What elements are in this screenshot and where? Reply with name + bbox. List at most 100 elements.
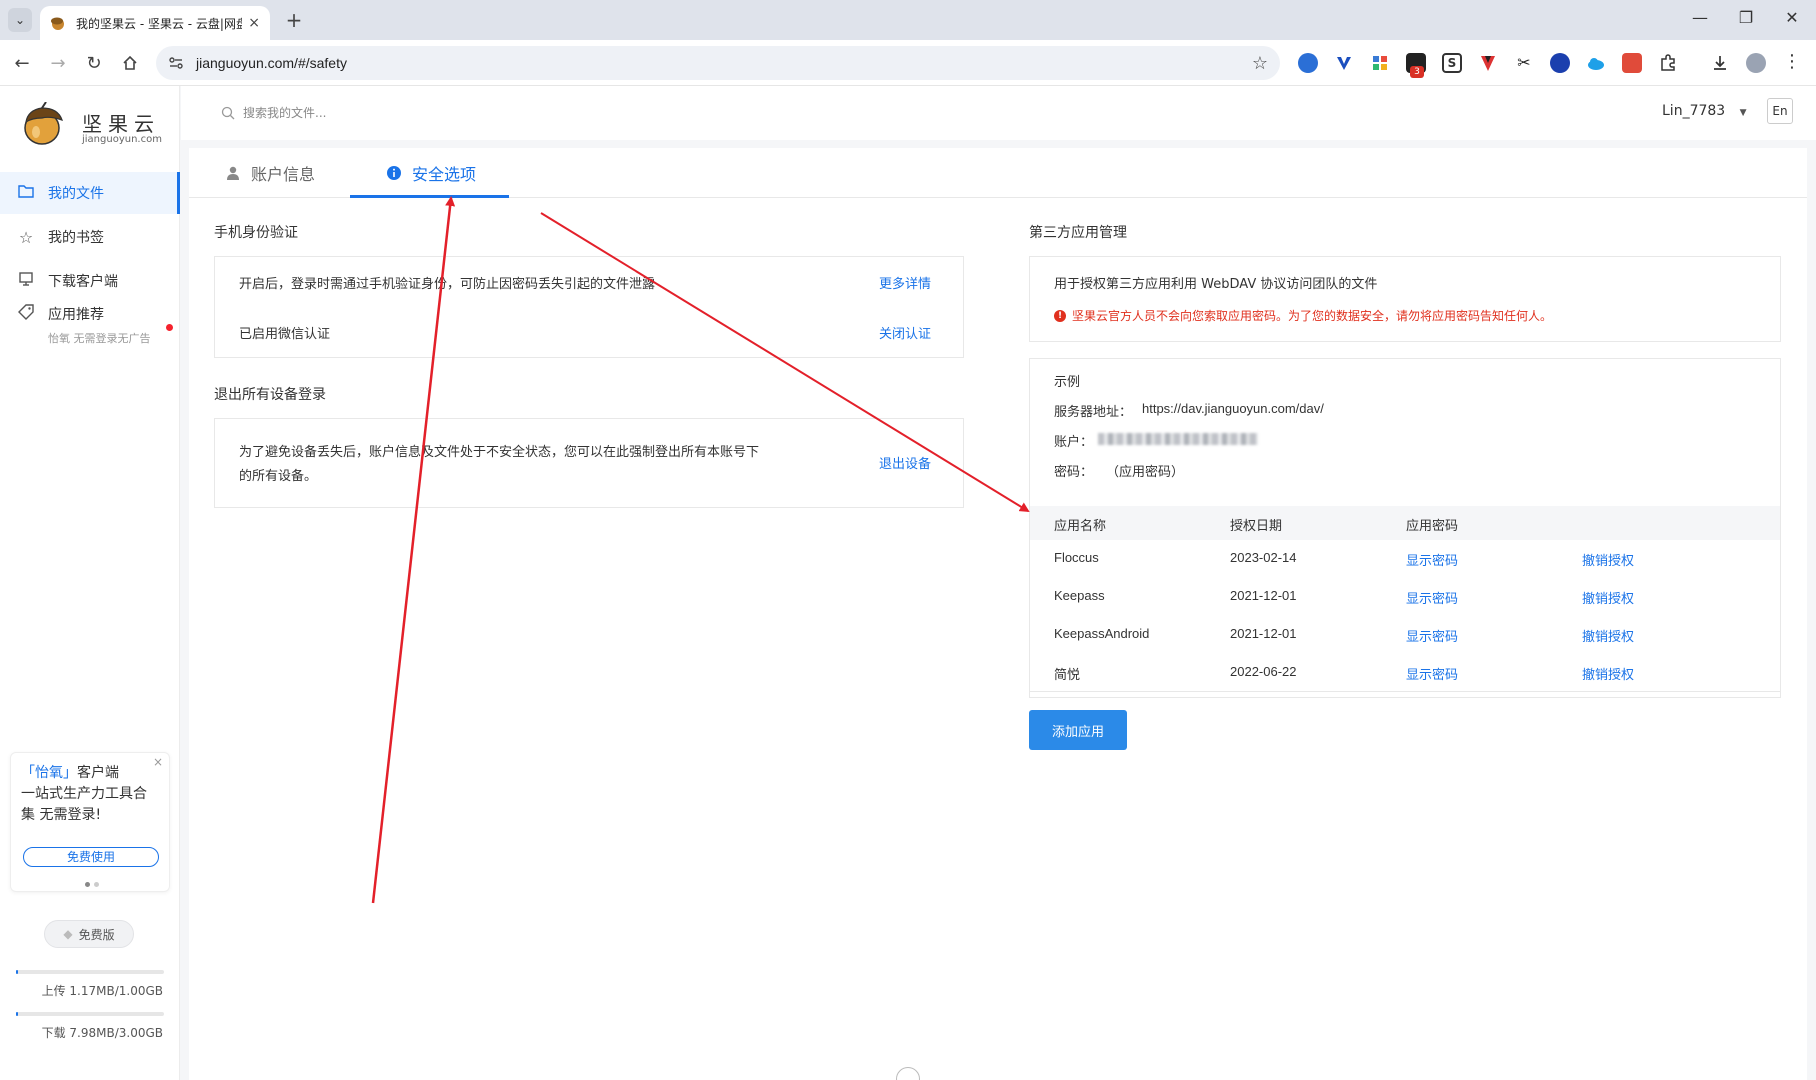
- star-icon: ☆: [18, 227, 34, 247]
- bookmark-star-icon[interactable]: ☆: [1252, 53, 1268, 74]
- revoke-link[interactable]: 撤销授权: [1582, 588, 1634, 607]
- user-menu[interactable]: Lin_7783 ▼: [1662, 103, 1747, 119]
- logout-all-desc-2: 的所有设备。: [239, 469, 318, 484]
- back-icon[interactable]: ←: [10, 51, 34, 75]
- jianguoyun-logo[interactable]: 坚果云 jianguoyun.com: [20, 102, 170, 148]
- revoke-link[interactable]: 撤销授权: [1582, 664, 1634, 683]
- sidebar-item-bookmarks[interactable]: ☆ 我的书签: [0, 216, 180, 258]
- col-app-name: 应用名称: [1054, 519, 1107, 534]
- password-label: 密码：: [1054, 465, 1094, 480]
- acorn-logo-icon: [24, 102, 63, 145]
- window-close-icon[interactable]: ✕: [1772, 8, 1812, 27]
- promo-pagination[interactable]: [83, 875, 101, 891]
- diamond-icon: ◆: [63, 927, 73, 941]
- extension-v-icon[interactable]: [1334, 53, 1354, 73]
- username: Lin_7783: [1662, 103, 1726, 119]
- language-toggle-button[interactable]: En: [1767, 98, 1793, 124]
- folder-icon: [16, 183, 36, 203]
- sidebar-item-my-files[interactable]: 我的文件: [0, 172, 180, 214]
- search-box[interactable]: 搜索我的文件...: [221, 104, 326, 121]
- app-name: Floccus: [1054, 550, 1099, 565]
- redacted-account: [1098, 433, 1258, 445]
- address-bar[interactable]: jianguoyun.com/#/safety ☆: [156, 46, 1280, 80]
- restore-icon[interactable]: ❐: [1726, 8, 1766, 27]
- revoke-link[interactable]: 撤销授权: [1582, 626, 1634, 645]
- sidebar-item-label: 应用推荐: [48, 307, 104, 323]
- extension-vivaldi-icon[interactable]: [1478, 53, 1498, 73]
- tab-search-chevron-icon[interactable]: ⌄: [8, 8, 32, 32]
- scissors-icon[interactable]: ✂: [1514, 53, 1534, 73]
- plan-badge[interactable]: ◆ 免费版: [44, 920, 134, 948]
- minimize-icon[interactable]: —: [1680, 8, 1720, 27]
- promo-free-use-button[interactable]: 免费使用: [23, 847, 159, 867]
- server-label: 服务器地址：: [1054, 405, 1133, 420]
- app-name: 简悦: [1054, 668, 1081, 683]
- revoke-link[interactable]: 撤销授权: [1582, 550, 1634, 569]
- sidebar-item-sublabel: 怡氧 无需登录无广告: [48, 332, 151, 345]
- tab-label: 账户信息: [251, 165, 316, 184]
- add-app-button[interactable]: 添加应用: [1029, 710, 1127, 750]
- notification-dot: [166, 324, 173, 331]
- tab-title: 我的坚果云 - 坚果云 - 云盘|网盘: [76, 16, 243, 31]
- logout-devices-link[interactable]: 退出设备: [879, 453, 931, 472]
- url-text: jianguoyun.com/#/safety: [196, 55, 347, 71]
- phone-auth-box: 开启后，登录时需通过手机验证身份，可防止因密码丢失引起的文件泄露 更多详情 已启…: [214, 256, 964, 358]
- extension-s-icon[interactable]: S: [1442, 53, 1462, 73]
- sidebar-item-app-recommend[interactable]: 应用推荐: [0, 298, 180, 334]
- promo-close-icon[interactable]: ×: [153, 755, 163, 769]
- app-table: 应用名称 授权日期 应用密码 Floccus 2023-02-14 显示密码 撤…: [1029, 506, 1781, 692]
- show-password-link[interactable]: 显示密码: [1406, 588, 1458, 607]
- auth-date: 2023-02-14: [1230, 550, 1297, 565]
- reload-icon[interactable]: ↻: [82, 51, 106, 75]
- app-name: KeepassAndroid: [1054, 626, 1150, 641]
- tab-security-options[interactable]: 安全选项: [386, 148, 476, 198]
- profile-avatar-icon[interactable]: [1746, 53, 1766, 73]
- browser-menu-icon[interactable]: ⋮: [1782, 53, 1802, 73]
- downloads-icon[interactable]: [1710, 53, 1730, 73]
- extension-cloud-icon[interactable]: [1586, 53, 1606, 73]
- sidebar-item-label: 我的文件: [48, 186, 104, 202]
- upload-quota-text: 上传 1.17MB/1.00GB: [41, 984, 163, 998]
- search-icon: [221, 106, 235, 119]
- tab-account-info[interactable]: 账户信息: [225, 148, 315, 198]
- monitor-icon: [16, 271, 36, 291]
- extension-note-icon[interactable]: [1622, 53, 1642, 73]
- promo-card[interactable]: × 「怡氧」客户端 一站式生产力工具合集 无需登录! 免费使用: [10, 752, 170, 892]
- auth-date: 2022-06-22: [1230, 664, 1297, 679]
- extension-g-icon[interactable]: [1298, 53, 1318, 73]
- tab-close-icon[interactable]: ×: [248, 15, 260, 31]
- third-party-title: 第三方应用管理: [1029, 225, 1127, 241]
- sidebar-item-label: 我的书签: [48, 230, 104, 246]
- extension-grid-icon[interactable]: [1370, 53, 1390, 73]
- show-password-link[interactable]: 显示密码: [1406, 550, 1458, 569]
- extension-triangle-icon[interactable]: [1550, 53, 1570, 73]
- show-password-link[interactable]: 显示密码: [1406, 664, 1458, 683]
- show-password-link[interactable]: 显示密码: [1406, 626, 1458, 645]
- acorn-favicon-icon: [51, 17, 64, 30]
- more-details-link[interactable]: 更多详情: [879, 273, 931, 292]
- search-input[interactable]: 搜索我的文件...: [243, 104, 326, 121]
- plan-label: 免费版: [78, 927, 115, 942]
- logo-text: 坚果云: [82, 112, 160, 136]
- third-party-desc: 用于授权第三方应用利用 WebDAV 协议访问团队的文件: [1054, 277, 1378, 292]
- site-info-icon[interactable]: [168, 55, 184, 71]
- app-name: Keepass: [1054, 588, 1105, 603]
- extensions-puzzle-icon[interactable]: [1658, 53, 1678, 73]
- download-quota-bar: [16, 1012, 164, 1016]
- extension-badge: 3: [1410, 66, 1424, 78]
- promo-brand: 「怡氧」: [21, 765, 77, 781]
- account-label: 账户：: [1054, 435, 1094, 450]
- third-party-desc-box: 用于授权第三方应用利用 WebDAV 协议访问团队的文件 ! 坚果云官方人员不会…: [1029, 256, 1781, 342]
- sidebar-item-download-client[interactable]: 下载客户端: [0, 260, 180, 302]
- download-quota-text: 下载 7.98MB/3.00GB: [41, 1026, 163, 1040]
- phone-auth-status: 已启用微信认证: [239, 327, 331, 342]
- forward-icon[interactable]: →: [46, 51, 70, 75]
- server-url[interactable]: https://dav.jianguoyun.com/dav/: [1142, 401, 1324, 416]
- disable-auth-link[interactable]: 关闭认证: [879, 323, 931, 342]
- app-header: 搜索我的文件... Lin_7783 ▼ En: [181, 86, 1816, 140]
- home-icon[interactable]: [118, 51, 142, 75]
- security-warning: ! 坚果云官方人员不会向您索取应用密码。为了您的数据安全，请勿将应用密码告知任何…: [1054, 307, 1552, 324]
- new-tab-button[interactable]: +: [282, 8, 306, 32]
- browser-tab[interactable]: 我的坚果云 - 坚果云 - 云盘|网盘 ×: [40, 6, 270, 40]
- caret-down-icon: ▼: [1739, 108, 1747, 118]
